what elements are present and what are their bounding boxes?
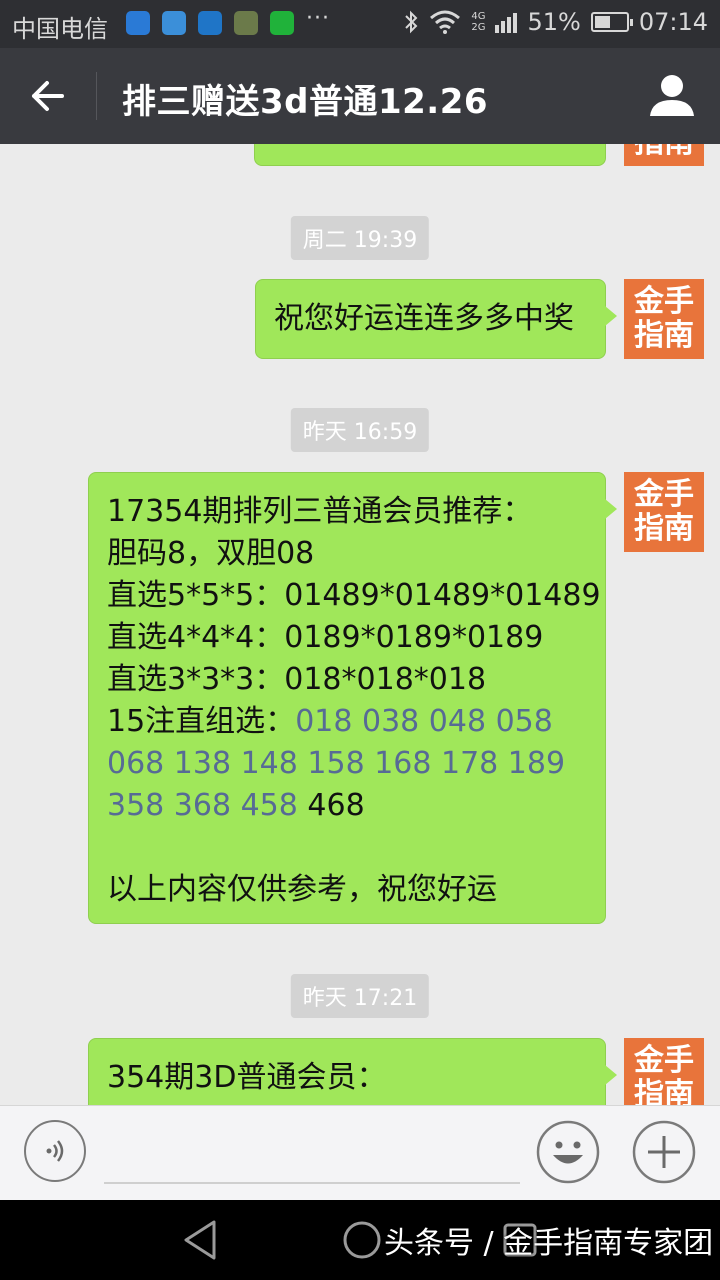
timestamp: 周二 19:39	[290, 216, 430, 260]
arrow-left-icon	[32, 81, 64, 111]
message-bubble[interactable]: 祝您好运连连多多中奖	[255, 279, 617, 359]
title-bar: 排三赠送3d普通12.26	[0, 48, 720, 144]
network-tag-2g: 2G	[471, 22, 486, 33]
health-icon	[162, 11, 186, 35]
watermark: 头条号 / 金手指南专家团	[384, 1226, 714, 1261]
browser-icon	[126, 11, 150, 35]
timestamp: 昨天 16:59	[290, 408, 430, 452]
wifi-icon	[430, 10, 461, 34]
message-line: 358 368 458 468	[107, 785, 587, 827]
photo-app-icon	[234, 11, 258, 35]
sender-avatar[interactable]: 金手 指南	[624, 1038, 704, 1106]
avatar-text-1: 金手	[634, 477, 694, 512]
message-line: 直选5*5*5：01489*01489*01489	[107, 578, 601, 613]
more-functions-button[interactable]	[632, 1120, 696, 1184]
battery-icon	[590, 12, 633, 32]
message-input[interactable]	[104, 1126, 520, 1184]
timestamp: 昨天 17:21	[290, 974, 430, 1018]
person-icon	[650, 75, 694, 116]
circle-home-icon	[343, 1221, 381, 1259]
bluetooth-icon	[405, 10, 418, 34]
more-notifications-icon: ···	[306, 6, 330, 31]
plus-icon	[632, 1120, 696, 1184]
message-line: 15注直组选：018 038 048 058	[107, 701, 587, 743]
message-line: 直选4*4*4：0189*0189*0189	[107, 620, 544, 655]
message-line: 17354期排列三普通会员推荐：	[107, 494, 533, 529]
battery-fill	[594, 16, 610, 28]
title-divider	[96, 72, 97, 120]
nav-home-button[interactable]	[342, 1220, 382, 1264]
voice-icon	[46, 1140, 64, 1162]
network-type: 4G 2G	[471, 11, 485, 33]
status-right: 4G 2G 51% 07:14	[403, 8, 708, 36]
avatar-text-2: 指南	[634, 144, 694, 160]
sender-avatar[interactable]: 金手 指南	[624, 144, 704, 166]
message-text: 祝您好运连连多多中奖	[274, 301, 574, 336]
message-text: 354期3D普通会员：	[107, 1060, 387, 1095]
message-bubble[interactable]	[254, 144, 606, 166]
battery-percent: 51%	[527, 8, 581, 36]
notification-icons	[126, 11, 294, 35]
emoji-button[interactable]	[536, 1120, 600, 1184]
sender-avatar[interactable]: 金手 指南	[624, 279, 704, 359]
number-link[interactable]: 358 368 458	[107, 788, 298, 823]
message-line: 以上内容仅供参考，祝您好运	[107, 872, 497, 907]
carrier-name: 中国电信	[12, 15, 108, 43]
nav-back-button[interactable]	[180, 1218, 220, 1266]
message-line: 直选3*3*3：018*018*018	[107, 662, 487, 697]
system-nav-bar: 头条号 / 金手指南专家团	[0, 1200, 720, 1280]
number-link[interactable]: 018 038 048 058	[295, 704, 553, 739]
input-bar	[0, 1105, 720, 1200]
back-button[interactable]	[18, 66, 78, 126]
avatar-text-2: 指南	[634, 511, 694, 546]
voice-input-button[interactable]	[24, 1120, 86, 1182]
chat-info-button[interactable]	[646, 70, 698, 122]
clock: 07:14	[638, 8, 708, 36]
message-bubble[interactable]: 17354期排列三普通会员推荐： 胆码8，双胆08 直选5*5*5：01489*…	[88, 472, 617, 924]
message-bubble[interactable]: 354期3D普通会员：	[88, 1038, 617, 1106]
avatar-text-1: 金手	[634, 1043, 694, 1078]
avatar-text-1: 金手	[634, 284, 694, 319]
chat-area[interactable]: 金手 指南 周二 19:39 祝您好运连连多多中奖 金手 指南 昨天 16:59…	[0, 144, 720, 1106]
network-tag-4g: 4G	[471, 11, 486, 22]
number-link[interactable]: 068 138 148 158 168 178 189	[107, 743, 587, 785]
wechat-icon	[270, 11, 294, 35]
message-text: 468	[297, 788, 365, 823]
triangle-back-icon	[184, 1220, 216, 1260]
avatar-text-2: 指南	[634, 1077, 694, 1107]
status-bar: 中国电信 ··· 4G 2G 51% 07:14	[0, 0, 720, 48]
chat-title: 排三赠送3d普通12.26	[122, 82, 489, 122]
avatar-text-2: 指南	[634, 318, 694, 353]
sender-avatar[interactable]: 金手 指南	[624, 472, 704, 552]
message-line: 胆码8，双胆08	[107, 536, 315, 571]
app-icon	[198, 11, 222, 35]
message-text: 15注直组选：	[107, 704, 296, 739]
signal-icon	[495, 11, 518, 33]
smiley-icon	[536, 1120, 600, 1184]
